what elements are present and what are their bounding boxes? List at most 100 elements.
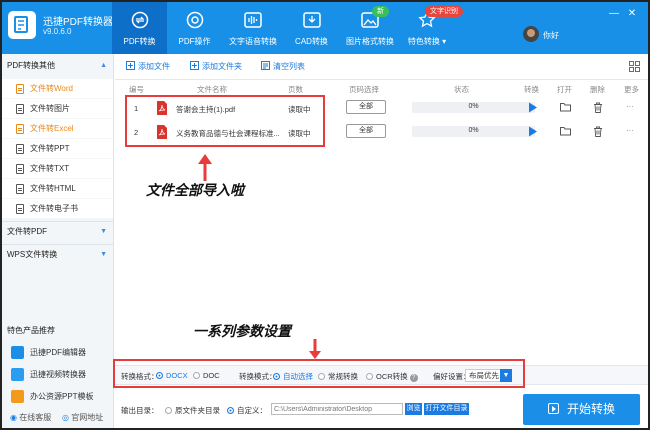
- col-more: 更多: [624, 85, 639, 94]
- tab-image-convert[interactable]: 图片格式转换: [339, 2, 401, 54]
- progress-text: 0%: [468, 127, 479, 134]
- sidebar-item-ebook[interactable]: 文件转电子书: [2, 199, 113, 218]
- cad-icon: [302, 12, 321, 28]
- minimize-button[interactable]: —: [608, 8, 620, 19]
- avatar[interactable]: [523, 26, 539, 42]
- trash-icon[interactable]: [593, 102, 603, 113]
- headset-icon: ◉: [10, 413, 17, 422]
- app-version: v9.0.6.0: [43, 27, 72, 36]
- close-button[interactable]: ✕: [626, 8, 638, 19]
- col-delete: 删除: [590, 85, 605, 94]
- play-icon[interactable]: [528, 102, 538, 113]
- add-file-button[interactable]: 添加文件: [126, 61, 170, 72]
- audio-wave-icon: [244, 12, 262, 28]
- add-folder-icon: [190, 61, 199, 70]
- more-icon[interactable]: ···: [626, 126, 634, 135]
- convert-icon: [131, 11, 148, 29]
- username[interactable]: 你好: [543, 30, 559, 41]
- sidebar-item-image[interactable]: 文件转图片: [2, 99, 113, 118]
- start-convert-button[interactable]: 开始转换: [523, 394, 640, 425]
- browse-button[interactable]: 浏览: [405, 403, 422, 415]
- radio-icon: [227, 407, 234, 414]
- file-toolbar: 添加文件 添加文件夹 清空列表: [115, 54, 648, 80]
- chevron-down-icon: ▼: [100, 228, 107, 235]
- file-icon: [16, 204, 24, 214]
- output-custom-radio[interactable]: 自定义：: [227, 405, 267, 416]
- chevron-down-icon: ▾: [442, 37, 447, 46]
- add-folder-button[interactable]: 添加文件夹: [190, 61, 242, 72]
- page-range-button[interactable]: 全部: [346, 124, 386, 138]
- table-header: 编号 文件名称 页数 页码选择 状态 转换 打开 删除 更多: [115, 82, 648, 96]
- website-link[interactable]: ◎ 官网地址: [62, 412, 103, 423]
- app-name: 迅捷PDF转换器: [43, 17, 113, 28]
- sidebar-item-html[interactable]: 文件转HTML: [2, 179, 113, 198]
- tab-label: CAD转换: [295, 37, 328, 46]
- progress-text: 0%: [468, 103, 479, 110]
- tab-text-speech[interactable]: 文字语音转换: [222, 2, 284, 54]
- col-status: 状态: [454, 85, 469, 94]
- video-converter-icon: [11, 368, 24, 381]
- tab-pdf-operate[interactable]: PDF操作: [167, 2, 222, 54]
- clear-list-icon: [261, 61, 270, 70]
- grid-view-icon[interactable]: [629, 61, 640, 72]
- arrow-down-icon: [309, 339, 321, 359]
- top-header: 迅捷PDF转换器 v9.0.6.0 PDF转换 PDF操作 文字语音转换 CAD…: [2, 2, 648, 54]
- product-pdf-editor[interactable]: 迅捷PDF编辑器: [2, 343, 114, 362]
- sidebar-item-txt[interactable]: 文件转TXT: [2, 159, 113, 178]
- play-square-icon: [547, 403, 559, 414]
- logo-icon: [14, 16, 28, 33]
- globe-icon: ◎: [62, 413, 69, 422]
- pdf-editor-icon: [11, 346, 24, 359]
- output-row: 输出目录： 原文件夹目录 自定义： 浏览 打开文件目录 开始转换: [115, 388, 648, 428]
- product-video-converter[interactable]: 迅捷视频转换器: [2, 365, 114, 384]
- sidebar-group-wps[interactable]: WPS文件转换 ▼: [2, 244, 114, 264]
- file-icon: [16, 84, 24, 94]
- sidebar-item-word[interactable]: 文件转Word: [2, 79, 113, 98]
- col-open: 打开: [557, 85, 572, 94]
- online-service-link[interactable]: ◉ 在线客服: [10, 412, 51, 423]
- tab-label: PDF操作: [178, 37, 211, 46]
- settings-circle-icon: [186, 11, 203, 29]
- progress-bar: 0%: [412, 126, 535, 137]
- sidebar-item-excel[interactable]: 文件转Excel: [2, 119, 113, 138]
- annotation-import-all: 文件全部导入啦: [146, 182, 244, 198]
- ppt-template-icon: [11, 390, 24, 403]
- tab-label: PDF转换: [123, 37, 156, 46]
- more-icon[interactable]: ···: [626, 102, 634, 111]
- sidebar-group-pdf-to-other[interactable]: PDF转换其他 ▲: [2, 56, 114, 76]
- sidebar-item-ppt[interactable]: 文件转PPT: [2, 139, 113, 158]
- sidebar: PDF转换其他 ▲ 文件转Word 文件转图片 文件转Excel 文件转PPT 文…: [2, 54, 114, 428]
- clear-list-button[interactable]: 清空列表: [261, 61, 305, 72]
- col-pages: 页数: [288, 85, 303, 94]
- app-logo: [8, 11, 36, 39]
- chevron-up-icon: ▲: [100, 62, 107, 69]
- col-name: 文件名称: [197, 85, 227, 94]
- page-range-button[interactable]: 全部: [346, 100, 386, 114]
- featured-title: 特色产品推荐: [7, 326, 55, 335]
- highlight-box-files: [125, 95, 325, 147]
- file-icon: [16, 124, 24, 134]
- folder-open-icon[interactable]: [560, 102, 571, 112]
- open-folder-button[interactable]: 打开文件目录: [424, 403, 469, 415]
- file-icon: [16, 104, 24, 114]
- highlight-box-settings: [113, 359, 525, 388]
- tab-label: 图片格式转换: [346, 37, 394, 46]
- tab-pdf-convert[interactable]: PDF转换: [112, 2, 167, 54]
- text-recognition-badge[interactable]: 文字识别: [425, 6, 463, 17]
- play-icon[interactable]: [528, 126, 538, 137]
- trash-icon[interactable]: [593, 126, 603, 137]
- product-ppt-templates[interactable]: 办公资源PPT模板: [2, 387, 114, 406]
- output-path-input[interactable]: [271, 403, 403, 415]
- chevron-down-icon: ▼: [100, 251, 107, 258]
- tab-label: 文字语音转换: [229, 37, 277, 46]
- col-range: 页码选择: [349, 85, 379, 94]
- add-file-icon: [126, 61, 135, 70]
- tab-label: 特色转换 ▾: [407, 37, 447, 46]
- col-convert: 转换: [524, 85, 539, 94]
- sidebar-group-to-pdf[interactable]: 文件转PDF ▼: [2, 221, 114, 241]
- file-icon: [16, 144, 24, 154]
- output-original-radio[interactable]: 原文件夹目录: [165, 405, 220, 416]
- folder-open-icon[interactable]: [560, 126, 571, 136]
- arrow-up-icon: [198, 154, 212, 181]
- tab-cad-convert[interactable]: CAD转换: [284, 2, 339, 54]
